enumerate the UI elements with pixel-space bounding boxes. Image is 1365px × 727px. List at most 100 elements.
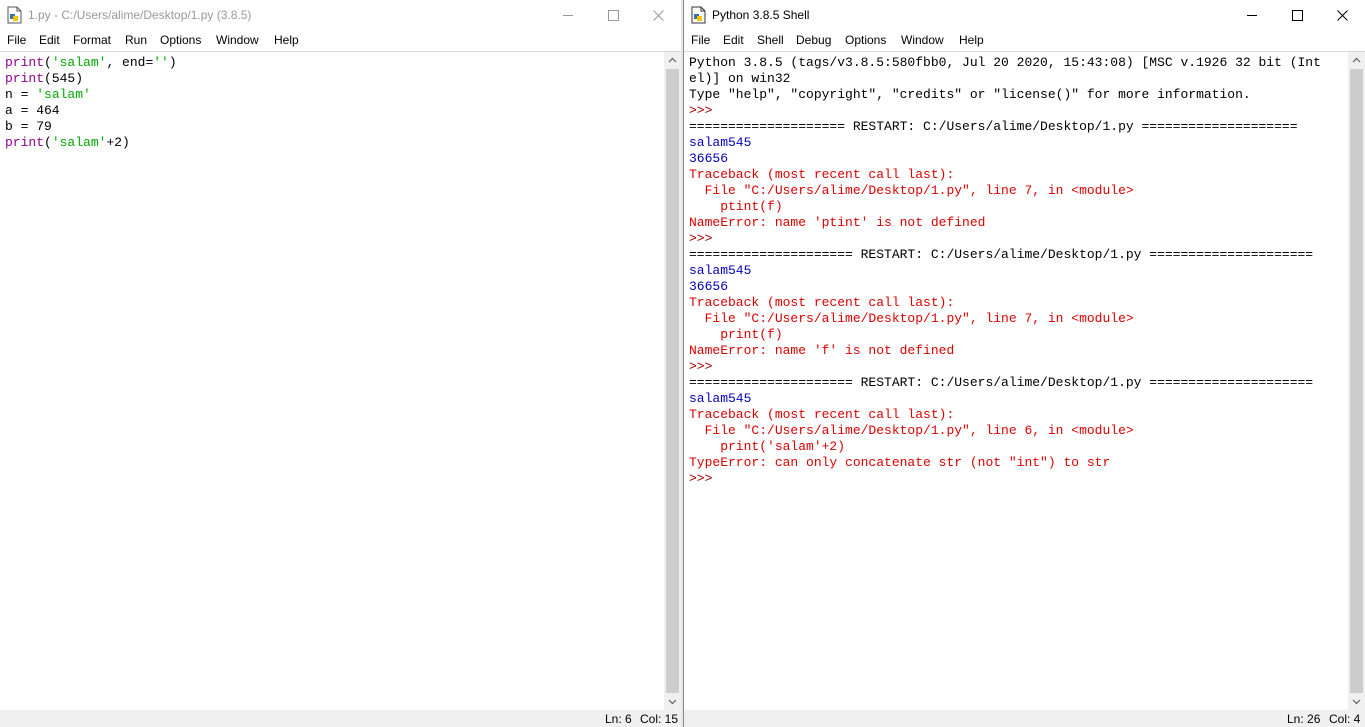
scroll-up-button[interactable] — [664, 52, 681, 69]
editor-code: print('salam', end='') print(545) n = 'sal… — [5, 55, 177, 151]
editor-text-area[interactable]: print('salam', end='') print(545) n = 'sal… — [0, 52, 664, 710]
editor-minimize-button[interactable] — [546, 0, 591, 31]
shell-line: File "C:/Users/alime/Desktop/1.py", line… — [689, 183, 1321, 199]
shell-menu-help[interactable]: Help — [959, 33, 984, 47]
chevron-up-icon — [668, 57, 677, 63]
close-icon — [653, 10, 664, 21]
scroll-up-button[interactable] — [1348, 52, 1365, 69]
code-line: print('salam', end='') — [5, 55, 177, 71]
maximize-icon — [608, 10, 619, 21]
code-line-token: (545) — [44, 71, 84, 86]
editor-menu-help[interactable]: Help — [274, 33, 299, 47]
editor-menu-edit[interactable]: Edit — [39, 33, 60, 47]
code-line: print('salam'+2) — [5, 135, 177, 151]
scroll-thumb[interactable] — [1350, 69, 1363, 693]
code-line-token: +2) — [106, 135, 130, 150]
code-line-token: print — [5, 135, 45, 150]
code-line: print(545) — [5, 71, 177, 87]
editor-title: 1.py - C:/Users/alime/Desktop/1.py (3.8.… — [28, 8, 252, 22]
shell-title: Python 3.8.5 Shell — [712, 8, 810, 22]
shell-line-token: File "C:/Users/alime/Desktop/1.py", line… — [689, 183, 1134, 198]
shell-line-token: salam545 — [689, 263, 752, 278]
shell-menu-debug[interactable]: Debug — [796, 33, 831, 47]
code-line: b = 79 — [5, 119, 177, 135]
editor-menu-format[interactable]: Format — [73, 33, 111, 47]
shell-menu-options[interactable]: Options — [845, 33, 886, 47]
shell-status-line: Ln: 26 — [1287, 712, 1321, 726]
code-line: a = 464 — [5, 103, 177, 119]
shell-line-token: 36656 — [689, 151, 729, 166]
shell-output: Python 3.8.5 (tags/v3.8.5:580fbb0, Jul 2… — [689, 55, 1321, 487]
idle-python-file-icon — [7, 6, 22, 24]
editor-vertical-scrollbar[interactable] — [664, 52, 681, 710]
code-line-token: 'salam' — [51, 55, 107, 70]
editor-close-button[interactable] — [636, 0, 681, 31]
scroll-down-button[interactable] — [1348, 693, 1365, 710]
scroll-down-button[interactable] — [664, 693, 681, 710]
editor-menu-window[interactable]: Window — [216, 33, 259, 47]
shell-line: Traceback (most recent call last): — [689, 167, 1321, 183]
editor-window: 1.py - C:/Users/alime/Desktop/1.py (3.8.… — [0, 0, 681, 727]
shell-line: Python 3.8.5 (tags/v3.8.5:580fbb0, Jul 2… — [689, 55, 1321, 71]
shell-line: el)] on win32 — [689, 71, 1321, 87]
editor-status-line: Ln: 6 — [605, 712, 632, 726]
code-line-token: ( — [44, 135, 52, 150]
shell-status-col: Col: 4 — [1329, 712, 1361, 726]
shell-line: >>> — [689, 359, 1321, 375]
shell-line: salam545 — [689, 391, 1321, 407]
editor-titlebar[interactable]: 1.py - C:/Users/alime/Desktop/1.py (3.8.… — [0, 0, 681, 31]
shell-line-token: salam545 — [689, 135, 752, 150]
shell-menubar: File Edit Shell Debug Options Window Hel… — [684, 31, 1365, 52]
editor-menu-run[interactable]: Run — [125, 33, 147, 47]
code-line-token: '' — [153, 55, 169, 70]
shell-line-token: File "C:/Users/alime/Desktop/1.py", line… — [689, 311, 1134, 326]
code-line-token: a = 464 — [5, 103, 60, 118]
shell-menu-shell[interactable]: Shell — [757, 33, 784, 47]
minimize-icon — [1247, 15, 1257, 16]
shell-line-token: ===================== RESTART: C:/Users/… — [689, 247, 1314, 262]
shell-statusbar: Ln: 26 Col: 4 — [684, 710, 1365, 727]
shell-text-area[interactable]: Python 3.8.5 (tags/v3.8.5:580fbb0, Jul 2… — [684, 52, 1348, 710]
shell-vertical-scrollbar[interactable] — [1348, 52, 1365, 710]
editor-menu-options[interactable]: Options — [160, 33, 201, 47]
shell-menu-window[interactable]: Window — [901, 33, 944, 47]
shell-line-token: ptint(f) — [689, 199, 783, 214]
shell-line: ptint(f) — [689, 199, 1321, 215]
shell-line-token: print(f) — [689, 327, 783, 342]
shell-line-token: NameError: name 'ptint' is not defined — [689, 215, 986, 230]
shell-line: print('salam'+2) — [689, 439, 1321, 455]
shell-line: print(f) — [689, 327, 1321, 343]
shell-line: NameError: name 'f' is not defined — [689, 343, 1321, 359]
shell-line-token: Python 3.8.5 (tags/v3.8.5:580fbb0, Jul 2… — [689, 55, 1321, 70]
shell-line-token: print('salam'+2) — [689, 439, 846, 454]
shell-titlebar[interactable]: Python 3.8.5 Shell — [684, 0, 1365, 31]
code-line-token: b = 79 — [5, 119, 52, 134]
shell-menu-file[interactable]: File — [691, 33, 710, 47]
shell-line-token: ===================== RESTART: C:/Users/… — [689, 375, 1314, 390]
shell-line: >>> — [689, 231, 1321, 247]
shell-line-token: 36656 — [689, 279, 729, 294]
shell-line-token: >>> — [689, 359, 721, 374]
close-icon — [1337, 10, 1348, 21]
shell-line: salam545 — [689, 263, 1321, 279]
shell-line-token: >>> — [689, 471, 721, 486]
shell-close-button[interactable] — [1320, 0, 1365, 31]
shell-maximize-button[interactable] — [1275, 0, 1320, 31]
shell-line: TypeError: can only concatenate str (not… — [689, 455, 1321, 471]
editor-status-col: Col: 15 — [640, 712, 679, 726]
shell-menu-edit[interactable]: Edit — [723, 33, 744, 47]
editor-menu-file[interactable]: File — [7, 33, 26, 47]
scroll-thumb[interactable] — [666, 69, 679, 693]
shell-line-token: el)] on win32 — [689, 71, 791, 86]
shell-minimize-button[interactable] — [1230, 0, 1275, 31]
shell-line-token: Type "help", "copyright", "credits" or "… — [689, 87, 1251, 102]
shell-line: File "C:/Users/alime/Desktop/1.py", line… — [689, 311, 1321, 327]
editor-maximize-button[interactable] — [591, 0, 636, 31]
shell-line-token: ==================== RESTART: C:/Users/a… — [689, 119, 1298, 134]
shell-line: ===================== RESTART: C:/Users/… — [689, 247, 1321, 263]
idle-python-file-icon — [691, 6, 706, 24]
shell-line-token: Traceback (most recent call last): — [689, 295, 955, 310]
code-line-token: 'salam' — [36, 87, 91, 102]
shell-line-token: >>> — [689, 103, 721, 118]
code-line-token: ) — [168, 55, 177, 70]
